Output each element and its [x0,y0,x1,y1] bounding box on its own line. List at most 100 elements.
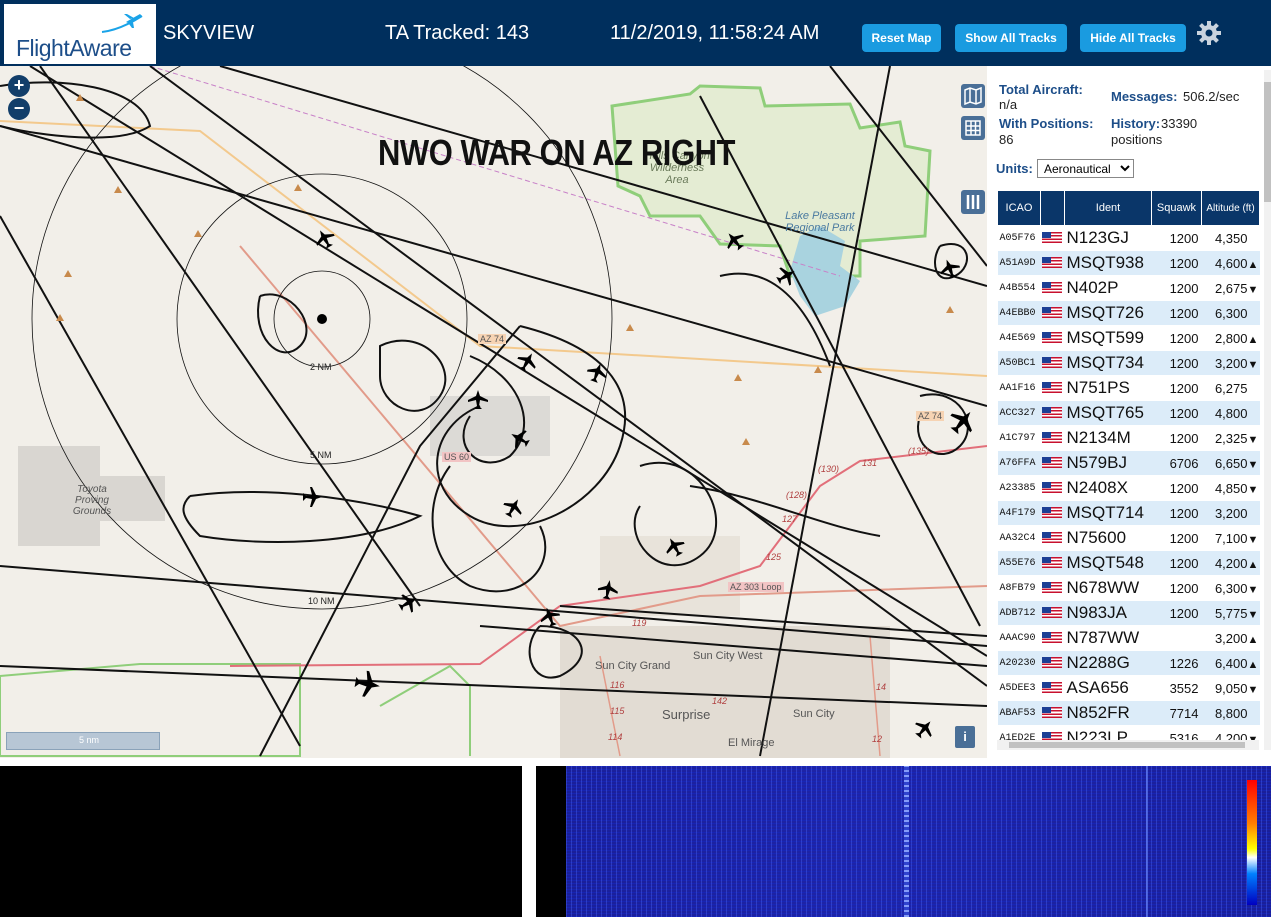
icao-cell: ABAF53 [997,700,1041,726]
flag-cell [1040,300,1065,326]
label-sun-city-grand: Sun City Grand [595,660,671,672]
us-flag-icon [1041,282,1062,294]
altitude-value: 2,800 [1214,330,1248,346]
us-flag-icon [1041,557,1062,569]
road-number: 131 [862,458,878,468]
table-row[interactable]: A5DEE3 ASA656 3552 9,050▼ [997,675,1260,701]
ident-cell: MSQT548 [1064,550,1152,576]
table-row[interactable]: ADB712 N983JA 1200 5,775▼ [997,600,1260,626]
icao-cell: A20230 [997,650,1041,676]
icao-cell: A4F179 [997,500,1041,526]
table-row[interactable]: A4EBB0 MSQT726 1200 6,300 [997,300,1260,326]
altitude-cell: 2,800▲ [1201,325,1260,351]
table-row[interactable]: AAAC90 N787WW 3,200▲ [997,625,1260,651]
ident-cell: N787WW [1064,625,1152,651]
hide-all-tracks-button[interactable]: Hide All Tracks [1080,24,1186,52]
squawk-cell: 1200 [1151,275,1202,301]
squawk-cell: 1200 [1151,600,1202,626]
altitude-cell: 9,050▼ [1201,675,1260,701]
flag-cell [1040,375,1065,401]
scrollbar-thumb[interactable] [1264,82,1271,202]
spectrum-plot [566,766,1271,917]
us-flag-icon [1041,257,1062,269]
altitude-trend-icon: ▲ [1247,333,1259,346]
table-row[interactable]: A4E569 MSQT599 1200 2,800▲ [997,325,1260,351]
altitude-trend-icon: ▼ [1247,533,1259,546]
col-squawk[interactable]: Squawk [1151,190,1202,226]
altitude-cell: 4,800 [1201,400,1260,426]
road-number: (130) [818,464,840,474]
table-row[interactable]: A50BC1 MSQT734 1200 3,200▼ [997,350,1260,376]
altitude-cell: 2,325▼ [1201,425,1260,451]
table-row[interactable]: A4F179 MSQT714 1200 3,200 [997,500,1260,526]
ident-cell: N75600 [1064,525,1152,551]
ident-cell: MSQT726 [1064,300,1152,326]
logo-text: FlightAware [16,35,132,61]
col-ident[interactable]: Ident [1064,190,1152,226]
flag-cell [1040,325,1065,351]
col-flag[interactable] [1040,190,1065,226]
altitude-trend-icon: ▼ [1247,483,1259,496]
flag-cell [1040,475,1065,501]
zoom-out-button[interactable]: − [8,98,30,120]
table-row[interactable]: A1C797 N2134M 1200 2,325▼ [997,425,1260,451]
columns-toggle-button[interactable] [961,190,985,214]
label-az303: AZ 303 Loop [728,582,784,592]
altitude-value: 8,800 [1214,705,1248,721]
scrollbar-thumb[interactable] [1009,742,1245,748]
gear-icon[interactable] [1196,20,1222,46]
table-row[interactable]: A8FB79 N678WW 1200 6,300▼ [997,575,1260,601]
table-row[interactable]: A76FFA N579BJ 6706 6,650▼ [997,450,1260,476]
altitude-cell: 2,675▼ [1201,275,1260,301]
us-flag-icon [1041,332,1062,344]
squawk-cell: 6706 [1151,450,1202,476]
range-ring-label: 10 NM [308,596,335,606]
table-row[interactable]: A20230 N2288G 1226 6,400▲ [997,650,1260,676]
signal-display-pane [0,766,522,917]
icao-cell: ACC327 [997,400,1041,426]
table-row[interactable]: A55E76 MSQT548 1200 4,200▲ [997,550,1260,576]
table-row[interactable]: ABAF53 N852FR 7714 8,800 [997,700,1260,726]
altitude-value: 5,775 [1214,605,1248,621]
map-view[interactable]: Hells Canyon Wilderness Area Lake Pleasa… [0,66,987,758]
flightaware-logo[interactable]: FlightAware [4,4,156,64]
table-row[interactable]: AA1F16 N751PS 1200 6,275 [997,375,1260,401]
tracked-count: TA Tracked: 143 [385,22,530,44]
vertical-scrollbar[interactable] [1264,70,1271,750]
icao-cell: A23385 [997,475,1041,501]
horizontal-scrollbar[interactable] [997,740,1259,750]
grid-toggle-button[interactable] [961,116,985,140]
table-row[interactable]: A05F76 N123GJ 1200 4,350 [997,225,1260,251]
table-row[interactable]: AA32C4 N75600 1200 7,100▼ [997,525,1260,551]
altitude-cell: 4,850▼ [1201,475,1260,501]
bottom-panels [0,758,1271,917]
info-button[interactable]: i [955,726,975,748]
squawk-cell: 1200 [1151,525,1202,551]
zoom-in-button[interactable]: + [8,75,30,97]
squawk-cell: 1200 [1151,575,1202,601]
table-row[interactable]: A4B554 N402P 1200 2,675▼ [997,275,1260,301]
us-flag-icon [1041,457,1062,469]
ident-cell: MSQT734 [1064,350,1152,376]
units-select[interactable]: Aeronautical [1037,159,1134,178]
ident-cell: N852FR [1064,700,1152,726]
table-row[interactable]: A51A9D MSQT938 1200 4,600▲ [997,250,1260,276]
altitude-cell: 6,400▲ [1201,650,1260,676]
label-el-mirage: El Mirage [728,737,775,749]
table-row[interactable]: A23385 N2408X 1200 4,850▼ [997,475,1260,501]
map-layers-button[interactable] [961,84,985,108]
us-flag-icon [1041,232,1062,244]
table-row[interactable]: ACC327 MSQT765 1200 4,800 [997,400,1260,426]
overlay-caption: NWO WAR ON AZ RIGHT [378,132,736,173]
range-ring-label: 5 NM [310,450,332,460]
flag-cell [1040,250,1065,276]
show-all-tracks-button[interactable]: Show All Tracks [955,24,1067,52]
col-altitude[interactable]: Altitude (ft) [1201,190,1260,226]
road-number: 119 [632,618,647,628]
road-number: 125 [766,552,782,562]
us-flag-icon [1041,482,1062,494]
reset-map-button[interactable]: Reset Map [862,24,941,52]
col-icao[interactable]: ICAO [997,190,1041,226]
altitude-cell: 4,350 [1201,225,1260,251]
flag-cell [1040,425,1065,451]
